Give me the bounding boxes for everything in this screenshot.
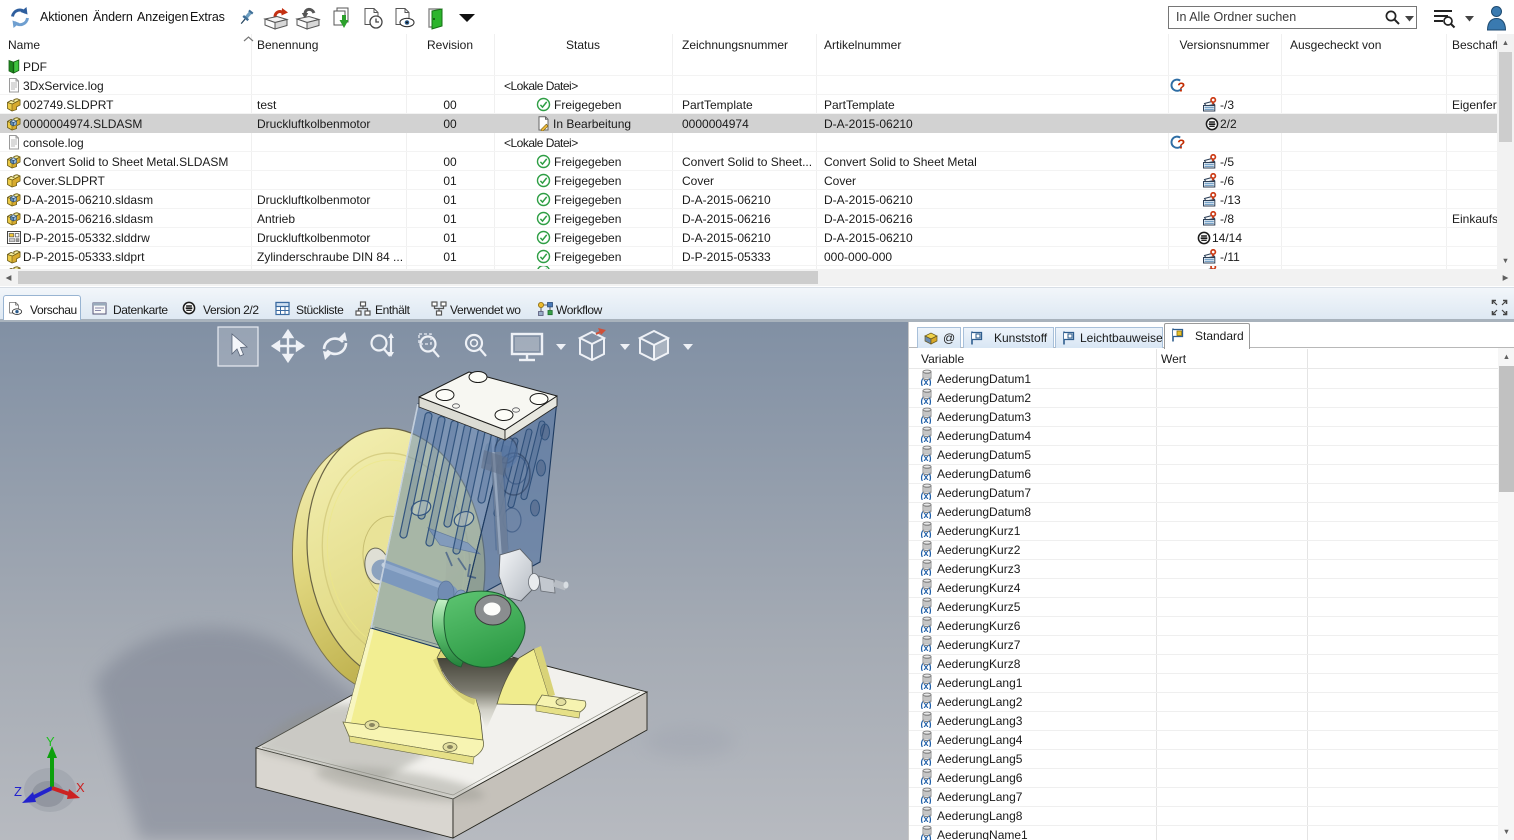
svg-text:Y: Y [46, 734, 55, 749]
svg-text:(x): (x) [921, 681, 932, 690]
svg-text:(x): (x) [921, 510, 932, 519]
svg-text:(x): (x) [921, 738, 932, 747]
svg-text:(x): (x) [921, 529, 932, 538]
svg-text:(x): (x) [921, 643, 932, 652]
svg-text:(x): (x) [921, 586, 932, 595]
svg-text:Z: Z [14, 784, 22, 799]
svg-text:(x): (x) [921, 434, 932, 443]
svg-text:(x): (x) [921, 700, 932, 709]
svg-text:(x): (x) [921, 624, 932, 633]
svg-text:(x): (x) [921, 377, 932, 386]
svg-text:(x): (x) [921, 548, 932, 557]
svg-text:(x): (x) [921, 719, 932, 728]
svg-text:(x): (x) [921, 833, 932, 840]
svg-text:X: X [76, 780, 85, 795]
svg-text:(x): (x) [921, 472, 932, 481]
svg-text:(x): (x) [921, 814, 932, 823]
svg-text:(x): (x) [921, 396, 932, 405]
svg-text:(x): (x) [921, 415, 932, 424]
svg-text:(x): (x) [921, 662, 932, 671]
svg-text:(x): (x) [921, 776, 932, 785]
svg-text:(x): (x) [921, 757, 932, 766]
svg-text:?: ? [1177, 79, 1185, 94]
svg-text:(x): (x) [921, 795, 932, 804]
svg-text:(x): (x) [921, 567, 932, 576]
svg-text:(x): (x) [921, 605, 932, 614]
svg-text:(x): (x) [921, 453, 932, 462]
svg-text:?: ? [1177, 136, 1185, 151]
svg-text:(x): (x) [921, 491, 932, 500]
